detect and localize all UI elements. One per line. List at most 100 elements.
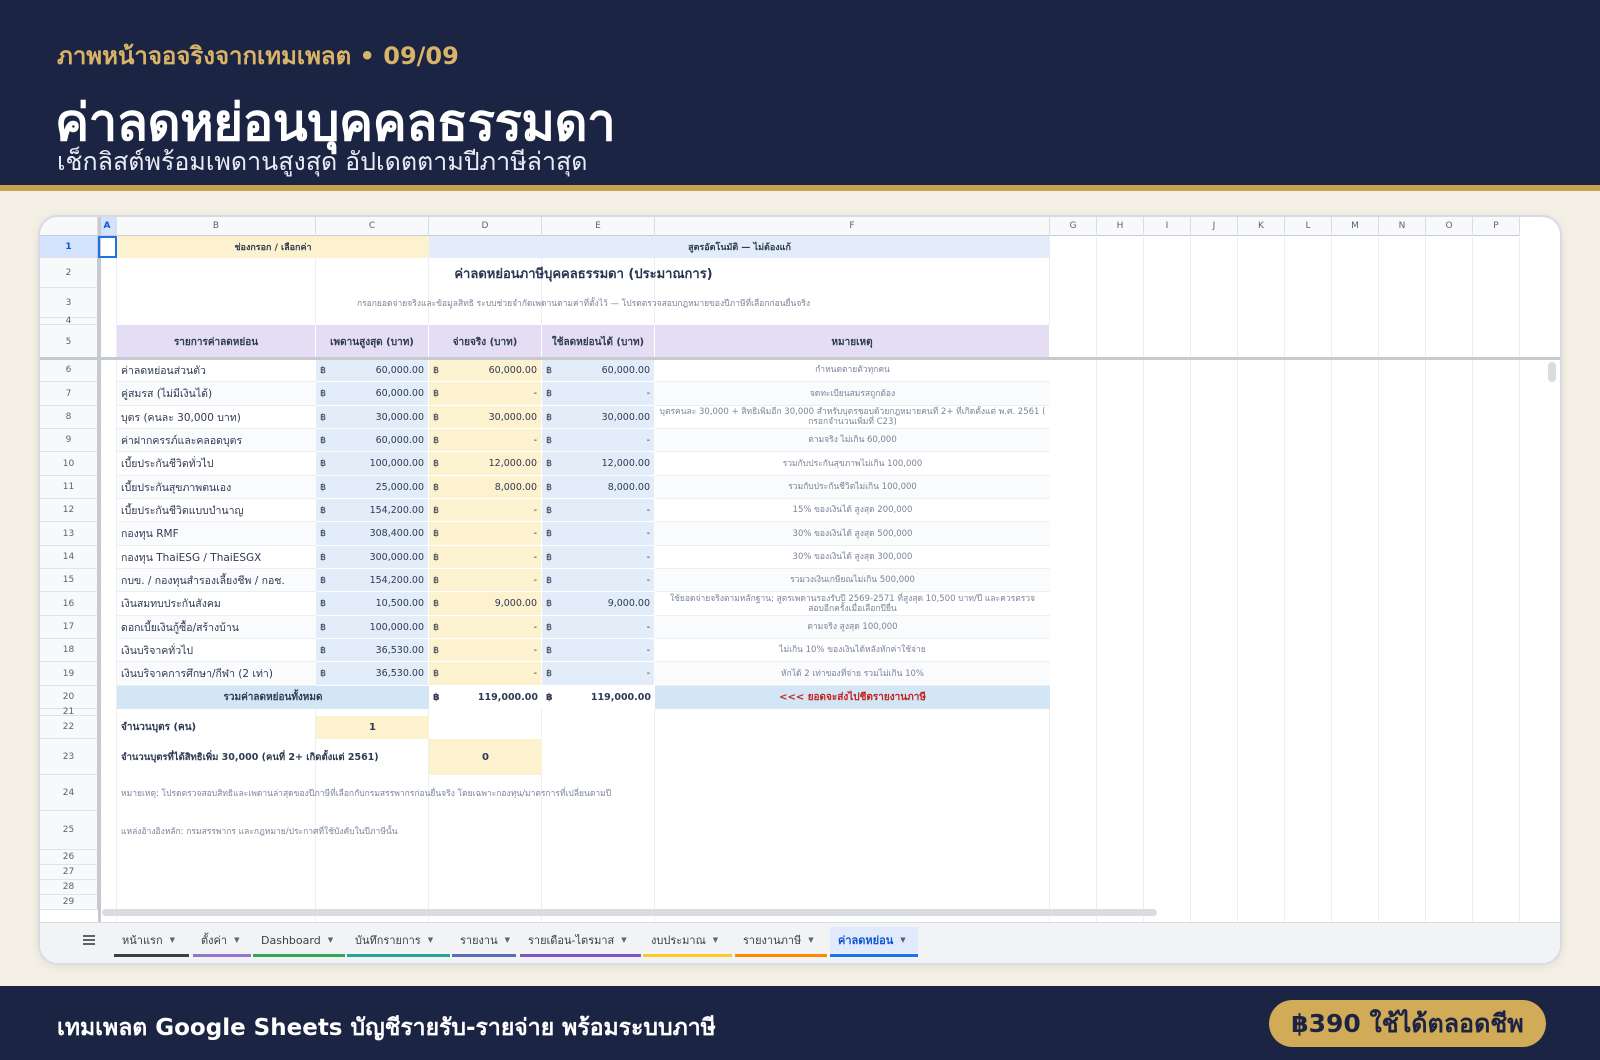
item-label-7[interactable]: คู่สมรส (ไม่มีเงินได้) — [117, 382, 316, 406]
cap-cell-13[interactable]: ฿ 308,400.00 — [316, 522, 429, 546]
row-header-5[interactable]: 5 — [40, 325, 98, 359]
usable-cell-14[interactable]: ฿ - — [542, 546, 655, 569]
cap-cell-14[interactable]: ฿ 300,000.00 — [316, 546, 429, 569]
price-badge[interactable]: ฿390 ใช้ได้ตลอดชีพ — [1269, 1000, 1546, 1047]
item-label-14[interactable]: กองทุน ThaiESG / ThaiESGX — [117, 546, 316, 569]
row-header-11[interactable]: 11 — [40, 476, 98, 499]
usable-cell-17[interactable]: ฿ - — [542, 616, 655, 639]
column-title-4[interactable]: ใช้ลดหย่อนได้ (บาท) — [542, 325, 655, 359]
chevron-down-icon[interactable]: ▼ — [170, 936, 175, 944]
paid-cell-15[interactable]: ฿ - — [429, 569, 542, 592]
note-cell-19[interactable]: หักได้ 2 เท่าของที่จ่าย รวมไม่เกิน 10% — [655, 662, 1050, 686]
usable-cell-10[interactable]: ฿ 12,000.00 — [542, 452, 655, 476]
paid-cell-10[interactable]: ฿ 12,000.00 — [429, 452, 542, 476]
remark-note[interactable]: หมายเหตุ: โปรดตรวจสอบสิทธิและเพดานล่าสุด… — [117, 775, 1050, 811]
column-header-l[interactable]: L — [1285, 217, 1332, 236]
sheet-tab-3[interactable]: Dashboard ▼ — [253, 927, 345, 957]
item-label-12[interactable]: เบี้ยประกันชีวิตแบบบำนาญ — [117, 499, 316, 522]
total-usable[interactable]: ฿ 119,000.00 — [542, 686, 655, 709]
item-label-15[interactable]: กบข. / กองทุนสำรองเลี้ยงชีพ / กอช. — [117, 569, 316, 592]
extra-children-label[interactable]: จำนวนบุตรที่ได้สิทธิเพิ่ม 30,000 (คนที่ … — [117, 739, 429, 775]
usable-cell-11[interactable]: ฿ 8,000.00 — [542, 476, 655, 499]
column-title-2[interactable]: เพดานสูงสุด (บาท) — [316, 325, 429, 359]
cap-cell-12[interactable]: ฿ 154,200.00 — [316, 499, 429, 522]
horizontal-scrollbar-thumb[interactable] — [102, 909, 1157, 916]
total-paid[interactable]: ฿ 119,000.00 — [429, 686, 542, 709]
item-label-19[interactable]: เงินบริจาคการศึกษา/กีฬา (2 เท่า) — [117, 662, 316, 686]
cap-cell-11[interactable]: ฿ 25,000.00 — [316, 476, 429, 499]
column-header-h[interactable]: H — [1097, 217, 1144, 236]
sheet-subtitle[interactable]: กรอกยอดจ่ายจริงและข้อมูลสิทธิ ระบบช่วยจำ… — [117, 288, 1050, 318]
row-header-24[interactable]: 24 — [40, 775, 98, 811]
usable-cell-15[interactable]: ฿ - — [542, 569, 655, 592]
chevron-down-icon[interactable]: ▼ — [808, 936, 813, 944]
column-header-d[interactable]: D — [429, 217, 542, 236]
row-header-8[interactable]: 8 — [40, 406, 98, 429]
column-header-i[interactable]: I — [1144, 217, 1191, 236]
chevron-down-icon[interactable]: ▼ — [505, 936, 510, 944]
note-cell-10[interactable]: รวมกับประกันสุขภาพไม่เกิน 100,000 — [655, 452, 1050, 476]
note-cell-8[interactable]: บุตรคนละ 30,000 + สิทธิเพิ่มอีก 30,000 ส… — [655, 406, 1050, 429]
row-header-19[interactable]: 19 — [40, 662, 98, 686]
sheet-tab-7[interactable]: งบประมาณ ▼ — [643, 927, 732, 957]
note-cell-7[interactable]: จดทะเบียนสมรสถูกต้อง — [655, 382, 1050, 406]
chevron-down-icon[interactable]: ▼ — [234, 936, 239, 944]
sheet-tab-1[interactable]: หน้าแรก ▼ — [114, 927, 189, 957]
note-cell-9[interactable]: ตามจริง ไม่เกิน 60,000 — [655, 429, 1050, 452]
row-header-25[interactable]: 25 — [40, 811, 98, 850]
all-sheets-menu-icon[interactable] — [78, 929, 100, 951]
column-header-e[interactable]: E — [542, 217, 655, 236]
cap-cell-7[interactable]: ฿ 60,000.00 — [316, 382, 429, 406]
source-note[interactable]: แหล่งอ้างอิงหลัก: กรมสรรพากร และกฎหมาย/ป… — [117, 811, 1050, 850]
spreadsheet-grid[interactable]: A B C D E F G H I J K L M N O P 1 2 3 4 5 6 7 8 9 10 11 12 13 14 15 16 1… — [40, 217, 1560, 922]
chevron-down-icon[interactable]: ▼ — [713, 936, 718, 944]
column-header-p[interactable]: P — [1473, 217, 1520, 236]
row-header-29[interactable]: 29 — [40, 895, 98, 910]
row-header-12[interactable]: 12 — [40, 499, 98, 522]
sheet-tab-2[interactable]: ตั้งค่า ▼ — [193, 927, 251, 957]
usable-cell-7[interactable]: ฿ - — [542, 382, 655, 406]
usable-cell-6[interactable]: ฿ 60,000.00 — [542, 359, 655, 382]
note-cell-18[interactable]: ไม่เกิน 10% ของเงินได้หลังหักค่าใช้จ่าย — [655, 639, 1050, 662]
paid-cell-6[interactable]: ฿ 60,000.00 — [429, 359, 542, 382]
paid-cell-14[interactable]: ฿ - — [429, 546, 542, 569]
paid-cell-17[interactable]: ฿ - — [429, 616, 542, 639]
sheet-tab-9[interactable]: ค่าลดหย่อน ▼ — [830, 927, 918, 957]
row-header-6[interactable]: 6 — [40, 359, 98, 382]
row-header-28[interactable]: 28 — [40, 880, 98, 895]
cap-cell-18[interactable]: ฿ 36,530.00 — [316, 639, 429, 662]
paid-cell-9[interactable]: ฿ - — [429, 429, 542, 452]
note-cell-16[interactable]: ใช้ยอดจ่ายจริงตามหลักฐาน; สูตรเพดานรองรั… — [655, 592, 1050, 616]
sheet-tab-4[interactable]: บันทึกรายการ ▼ — [347, 927, 450, 957]
paid-cell-18[interactable]: ฿ - — [429, 639, 542, 662]
column-header-c[interactable]: C — [316, 217, 429, 236]
row-header-9[interactable]: 9 — [40, 429, 98, 452]
row-header-22[interactable]: 22 — [40, 716, 98, 739]
paid-cell-12[interactable]: ฿ - — [429, 499, 542, 522]
row-header-3[interactable]: 3 — [40, 288, 98, 318]
paid-cell-19[interactable]: ฿ - — [429, 662, 542, 686]
paid-cell-7[interactable]: ฿ - — [429, 382, 542, 406]
column-title-1[interactable]: รายการค่าลดหย่อน — [117, 325, 316, 359]
frozen-row-divider[interactable] — [40, 357, 1560, 360]
legend-formula-cell[interactable]: สูตรอัตโนมัติ — ไม่ต้องแก้ — [429, 236, 1050, 258]
column-header-m[interactable]: M — [1332, 217, 1379, 236]
frozen-column-divider[interactable] — [98, 217, 101, 922]
total-note[interactable]: <<< ยอดจะส่งไปชีตรายงานภาษี — [655, 686, 1050, 709]
column-header-b[interactable]: B — [117, 217, 316, 236]
paid-cell-8[interactable]: ฿ 30,000.00 — [429, 406, 542, 429]
column-header-g[interactable]: G — [1050, 217, 1097, 236]
note-cell-13[interactable]: 30% ของเงินได้ สูงสุด 500,000 — [655, 522, 1050, 546]
cap-cell-19[interactable]: ฿ 36,530.00 — [316, 662, 429, 686]
item-label-11[interactable]: เบี้ยประกันสุขภาพตนเอง — [117, 476, 316, 499]
row-header-15[interactable]: 15 — [40, 569, 98, 592]
item-label-8[interactable]: บุตร (คนละ 30,000 บาท) — [117, 406, 316, 429]
item-label-9[interactable]: ค่าฝากครรภ์และคลอดบุตร — [117, 429, 316, 452]
usable-cell-8[interactable]: ฿ 30,000.00 — [542, 406, 655, 429]
note-cell-15[interactable]: รวมวงเงินเกษียณไม่เกิน 500,000 — [655, 569, 1050, 592]
column-title-3[interactable]: จ่ายจริง (บาท) — [429, 325, 542, 359]
row-header-21[interactable]: 21 — [40, 707, 98, 717]
row-header-7[interactable]: 7 — [40, 382, 98, 406]
paid-cell-13[interactable]: ฿ - — [429, 522, 542, 546]
sheet-tab-6[interactable]: รายเดือน-ไตรมาส ▼ — [520, 927, 641, 957]
